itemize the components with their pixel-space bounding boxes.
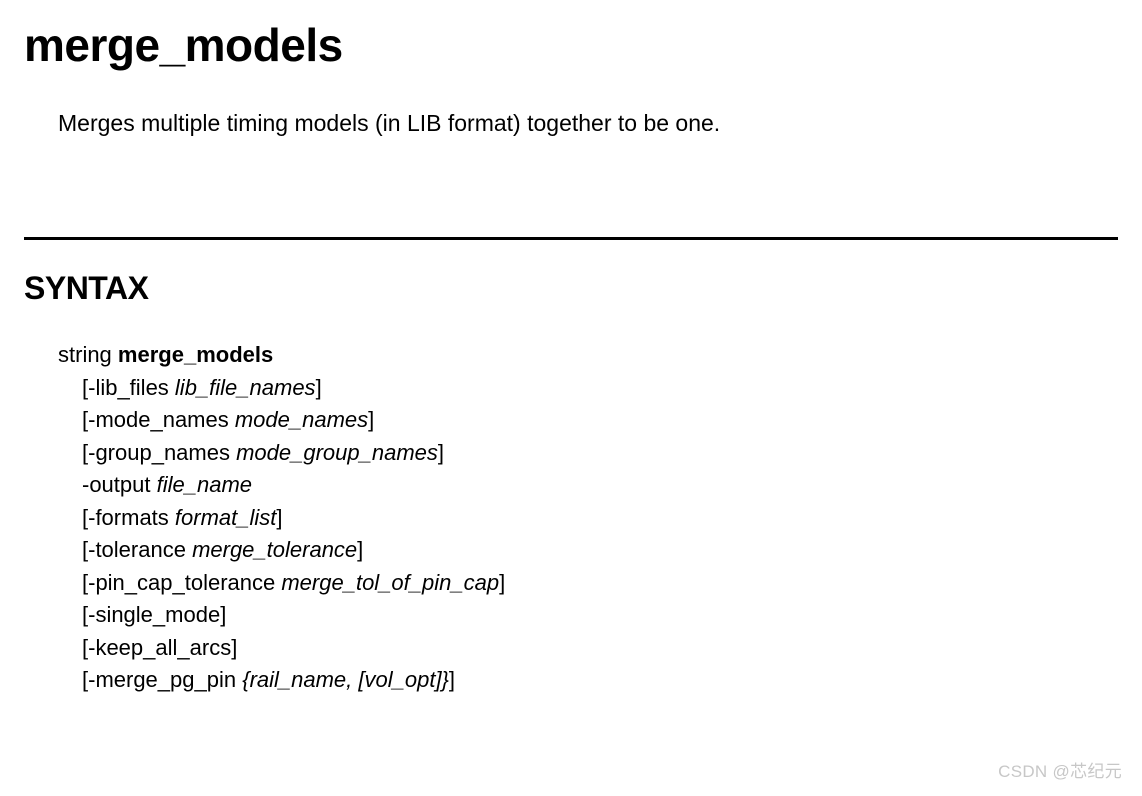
option-arg: file_name <box>157 472 252 497</box>
option-prefix: [-merge_pg_pin <box>82 667 242 692</box>
option-suffix: ] <box>368 407 374 432</box>
command-name: merge_models <box>118 342 273 367</box>
option-prefix: [-mode_names <box>82 407 235 432</box>
option-prefix: [-lib_files <box>82 375 175 400</box>
option-arg: mode_group_names <box>236 440 438 465</box>
syntax-option: [-pin_cap_tolerance merge_tol_of_pin_cap… <box>82 567 1142 600</box>
option-arg: merge_tolerance <box>192 537 357 562</box>
syntax-option: [-group_names mode_group_names] <box>82 437 1142 470</box>
syntax-option: [-keep_all_arcs] <box>82 632 1142 665</box>
option-prefix: [-formats <box>82 505 175 530</box>
option-suffix: ] <box>316 375 322 400</box>
option-suffix: ] <box>276 505 282 530</box>
option-arg: {rail_name, [vol_opt]} <box>242 667 449 692</box>
syntax-option: [-tolerance merge_tolerance] <box>82 534 1142 567</box>
return-type: string <box>58 342 112 367</box>
option-arg: mode_names <box>235 407 368 432</box>
option-arg: lib_file_names <box>175 375 316 400</box>
syntax-option: [-formats format_list] <box>82 502 1142 535</box>
option-arg: format_list <box>175 505 276 530</box>
option-suffix: ] <box>438 440 444 465</box>
option-prefix: [-keep_all_arcs] <box>82 635 237 660</box>
syntax-signature: string merge_models <box>58 339 1142 372</box>
option-prefix: [-pin_cap_tolerance <box>82 570 281 595</box>
syntax-option: [-mode_names mode_names] <box>82 404 1142 437</box>
page-title: merge_models <box>0 0 1142 72</box>
syntax-option: [-merge_pg_pin {rail_name, [vol_opt]}] <box>82 664 1142 697</box>
watermark-text: CSDN @芯纪元 <box>998 757 1122 782</box>
option-arg: merge_tol_of_pin_cap <box>281 570 499 595</box>
option-suffix: ] <box>357 537 363 562</box>
option-suffix: ] <box>499 570 505 595</box>
syntax-option: [-lib_files lib_file_names] <box>82 372 1142 405</box>
syntax-option: [-single_mode] <box>82 599 1142 632</box>
option-prefix: [-single_mode] <box>82 602 226 627</box>
syntax-block: string merge_models [-lib_files lib_file… <box>0 307 1142 697</box>
option-prefix: -output <box>82 472 157 497</box>
option-prefix: [-tolerance <box>82 537 192 562</box>
option-prefix: [-group_names <box>82 440 236 465</box>
description-text: Merges multiple timing models (in LIB fo… <box>0 72 1142 137</box>
option-suffix: ] <box>449 667 455 692</box>
syntax-heading: SYNTAX <box>0 240 1142 307</box>
syntax-option: -output file_name <box>82 469 1142 502</box>
